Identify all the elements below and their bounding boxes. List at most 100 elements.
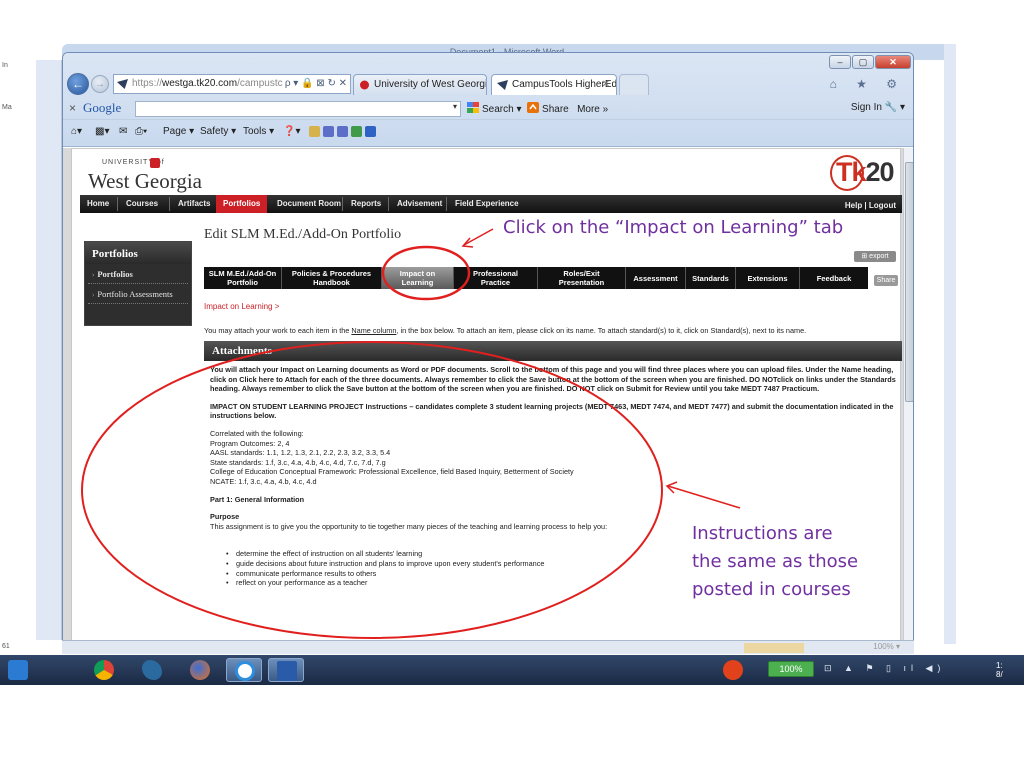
address-controls[interactable]: ρ ▾ 🔒 ⊠ ↻ ✕: [285, 75, 347, 93]
page-menu[interactable]: Page ▾: [163, 126, 194, 137]
word-label: In: [2, 62, 8, 69]
nav-field-experience[interactable]: Field Experience: [448, 195, 526, 213]
wrench-icon[interactable]: 🔧 ▾: [885, 102, 905, 113]
addon-icon[interactable]: [309, 126, 320, 137]
export-button[interactable]: ⊞ export: [854, 251, 896, 262]
sidebar-item-portfolios[interactable]: › Portfolios: [88, 264, 188, 284]
share-page-button[interactable]: Share: [874, 275, 898, 286]
taskbar-app[interactable]: [134, 658, 170, 682]
addon-icon[interactable]: [365, 126, 376, 137]
print-icon[interactable]: ⎙▾: [135, 126, 147, 137]
addon-icon[interactable]: [337, 126, 348, 137]
nav-courses[interactable]: Courses: [119, 195, 165, 213]
back-button[interactable]: ←: [67, 73, 89, 95]
tk20-tab-icon: [497, 80, 508, 90]
tk20-logo: Tk20: [830, 155, 895, 193]
addon-icon[interactable]: [351, 126, 362, 137]
tab-slm-portfolio[interactable]: SLM M.Ed./Add-On Portfolio: [204, 267, 282, 289]
more-button[interactable]: More »: [577, 104, 608, 115]
word-icon: [277, 661, 297, 681]
tab-roles-exit-presentation[interactable]: Roles/Exit Presentation: [538, 267, 626, 289]
screenshot-stage: Document1 - Microsoft Word In Ma 61 – ▢ …: [0, 0, 1024, 768]
nav-portfolios[interactable]: Portfolios: [216, 195, 268, 213]
vertical-scrollbar[interactable]: [903, 148, 913, 651]
tk20-logo-prefix: Tk: [836, 157, 866, 187]
zoom-level[interactable]: 100% ▾: [873, 642, 900, 651]
office-icon: [723, 660, 743, 680]
start-button[interactable]: [4, 658, 32, 682]
project-instructions-paragraph: IMPACT ON STUDENT LEARNING PROJECT Instr…: [210, 401, 894, 421]
window-controls: – ▢ ✕: [829, 55, 911, 69]
signin-link[interactable]: Sign In: [851, 102, 882, 113]
feeds-icon[interactable]: ▩▾: [95, 126, 109, 137]
browser-right-icons[interactable]: ⌂ ★ ⚙: [830, 77, 905, 91]
new-tab-button[interactable]: [619, 74, 649, 95]
media-player-icon: [8, 660, 28, 680]
tab-professional-practice[interactable]: Professional Practice: [454, 267, 538, 289]
site-favicon-icon: [117, 79, 128, 89]
search-button[interactable]: Search ▾: [482, 104, 521, 115]
firefox-icon: [190, 660, 210, 680]
status-icons: [744, 643, 804, 653]
google-tools: Search ▾ Share More »: [467, 102, 608, 115]
taskbar-chrome[interactable]: [86, 658, 122, 682]
google-search-input[interactable]: ▾: [135, 101, 461, 117]
taskbar-office[interactable]: [720, 658, 746, 682]
tab-feedback[interactable]: Feedback: [800, 267, 868, 289]
help-logout-links[interactable]: Help | Logout: [845, 195, 896, 217]
tab-university-west-georgia[interactable]: University of West Georgia: [353, 74, 487, 95]
nav-home[interactable]: Home: [80, 195, 116, 213]
scrollbar-thumb[interactable]: [905, 162, 913, 402]
addon-icon[interactable]: [323, 126, 334, 137]
tray-icons[interactable]: ⊡ ▲ ⚑ ▯ ıl ◀): [824, 663, 945, 674]
help-icon[interactable]: ❓▾: [283, 126, 300, 137]
attachments-heading: Attachments: [212, 345, 272, 357]
tab-campustools[interactable]: CampusTools HigherEd ✕: [491, 74, 617, 95]
address-bar[interactable]: https://westga.tk20.com/campustc ρ ▾ 🔒 ⊠…: [113, 74, 351, 94]
sidebar-marker: ›: [92, 291, 95, 299]
annotation-top-text: Click on the “Impact on Learning” tab: [503, 217, 844, 238]
browser-chrome: – ▢ ✕ ← → https://westga.tk20.com/campus…: [63, 53, 913, 147]
url-prefix: https://: [132, 78, 163, 89]
addon-icons[interactable]: [309, 126, 379, 138]
close-tab-icon[interactable]: ✕: [602, 75, 610, 95]
nav-document-room[interactable]: Document Room: [270, 195, 348, 213]
share-button[interactable]: Share: [542, 104, 569, 115]
close-window-button[interactable]: ✕: [875, 55, 911, 69]
attachments-header: Attachments: [204, 341, 902, 361]
tab-assessment[interactable]: Assessment: [626, 267, 686, 289]
tab-policies-handbook[interactable]: Policies & Procedures Handbook: [282, 267, 382, 289]
safety-menu[interactable]: Safety ▾: [200, 126, 236, 137]
intro-text: You may attach your work to each item in…: [204, 326, 807, 335]
nav-advisement[interactable]: Advisement: [390, 195, 449, 213]
home-icon[interactable]: ⌂▾: [71, 126, 82, 137]
part1-heading: Part 1: General Information: [210, 494, 305, 504]
tools-menu[interactable]: Tools ▾: [243, 126, 274, 137]
taskbar-firefox[interactable]: [182, 658, 218, 682]
breadcrumb[interactable]: Impact on Learning >: [204, 302, 279, 311]
close-toolbar-icon[interactable]: ×: [69, 101, 76, 115]
tab-standards[interactable]: Standards: [686, 267, 736, 289]
sidebar-item-label: Portfolio Assessments: [97, 289, 173, 299]
browser-nav-row: ← → https://westga.tk20.com/campustc ρ ▾…: [63, 71, 913, 97]
minimize-button[interactable]: –: [829, 55, 851, 69]
tab-extensions[interactable]: Extensions: [736, 267, 800, 289]
nav-artifacts[interactable]: Artifacts: [171, 195, 217, 213]
sidebar-item-portfolio-assessments[interactable]: › Portfolio Assessments: [88, 284, 188, 304]
tab-impact-on-learning[interactable]: Impact on Learning: [382, 267, 454, 289]
maximize-button[interactable]: ▢: [852, 55, 874, 69]
forward-button[interactable]: →: [91, 75, 109, 93]
google-signin: Sign In 🔧 ▾: [851, 102, 905, 113]
instructions-paragraph: You will attach your Impact on Learning …: [210, 365, 896, 394]
mail-icon[interactable]: ✉: [119, 126, 127, 137]
nav-separator: [388, 197, 389, 211]
nav-reports[interactable]: Reports: [344, 195, 388, 213]
nav-separator: [117, 197, 118, 211]
browser-status-bar: 100% ▾: [62, 640, 914, 654]
taskbar-word[interactable]: [268, 658, 304, 682]
battery-indicator[interactable]: 100%: [768, 661, 814, 677]
clock[interactable]: 1: 8/: [996, 661, 1003, 679]
chevron-down-icon[interactable]: ▾: [453, 102, 457, 111]
taskbar-internet-explorer[interactable]: [226, 658, 262, 682]
word-left-strip: In Ma: [2, 60, 62, 640]
